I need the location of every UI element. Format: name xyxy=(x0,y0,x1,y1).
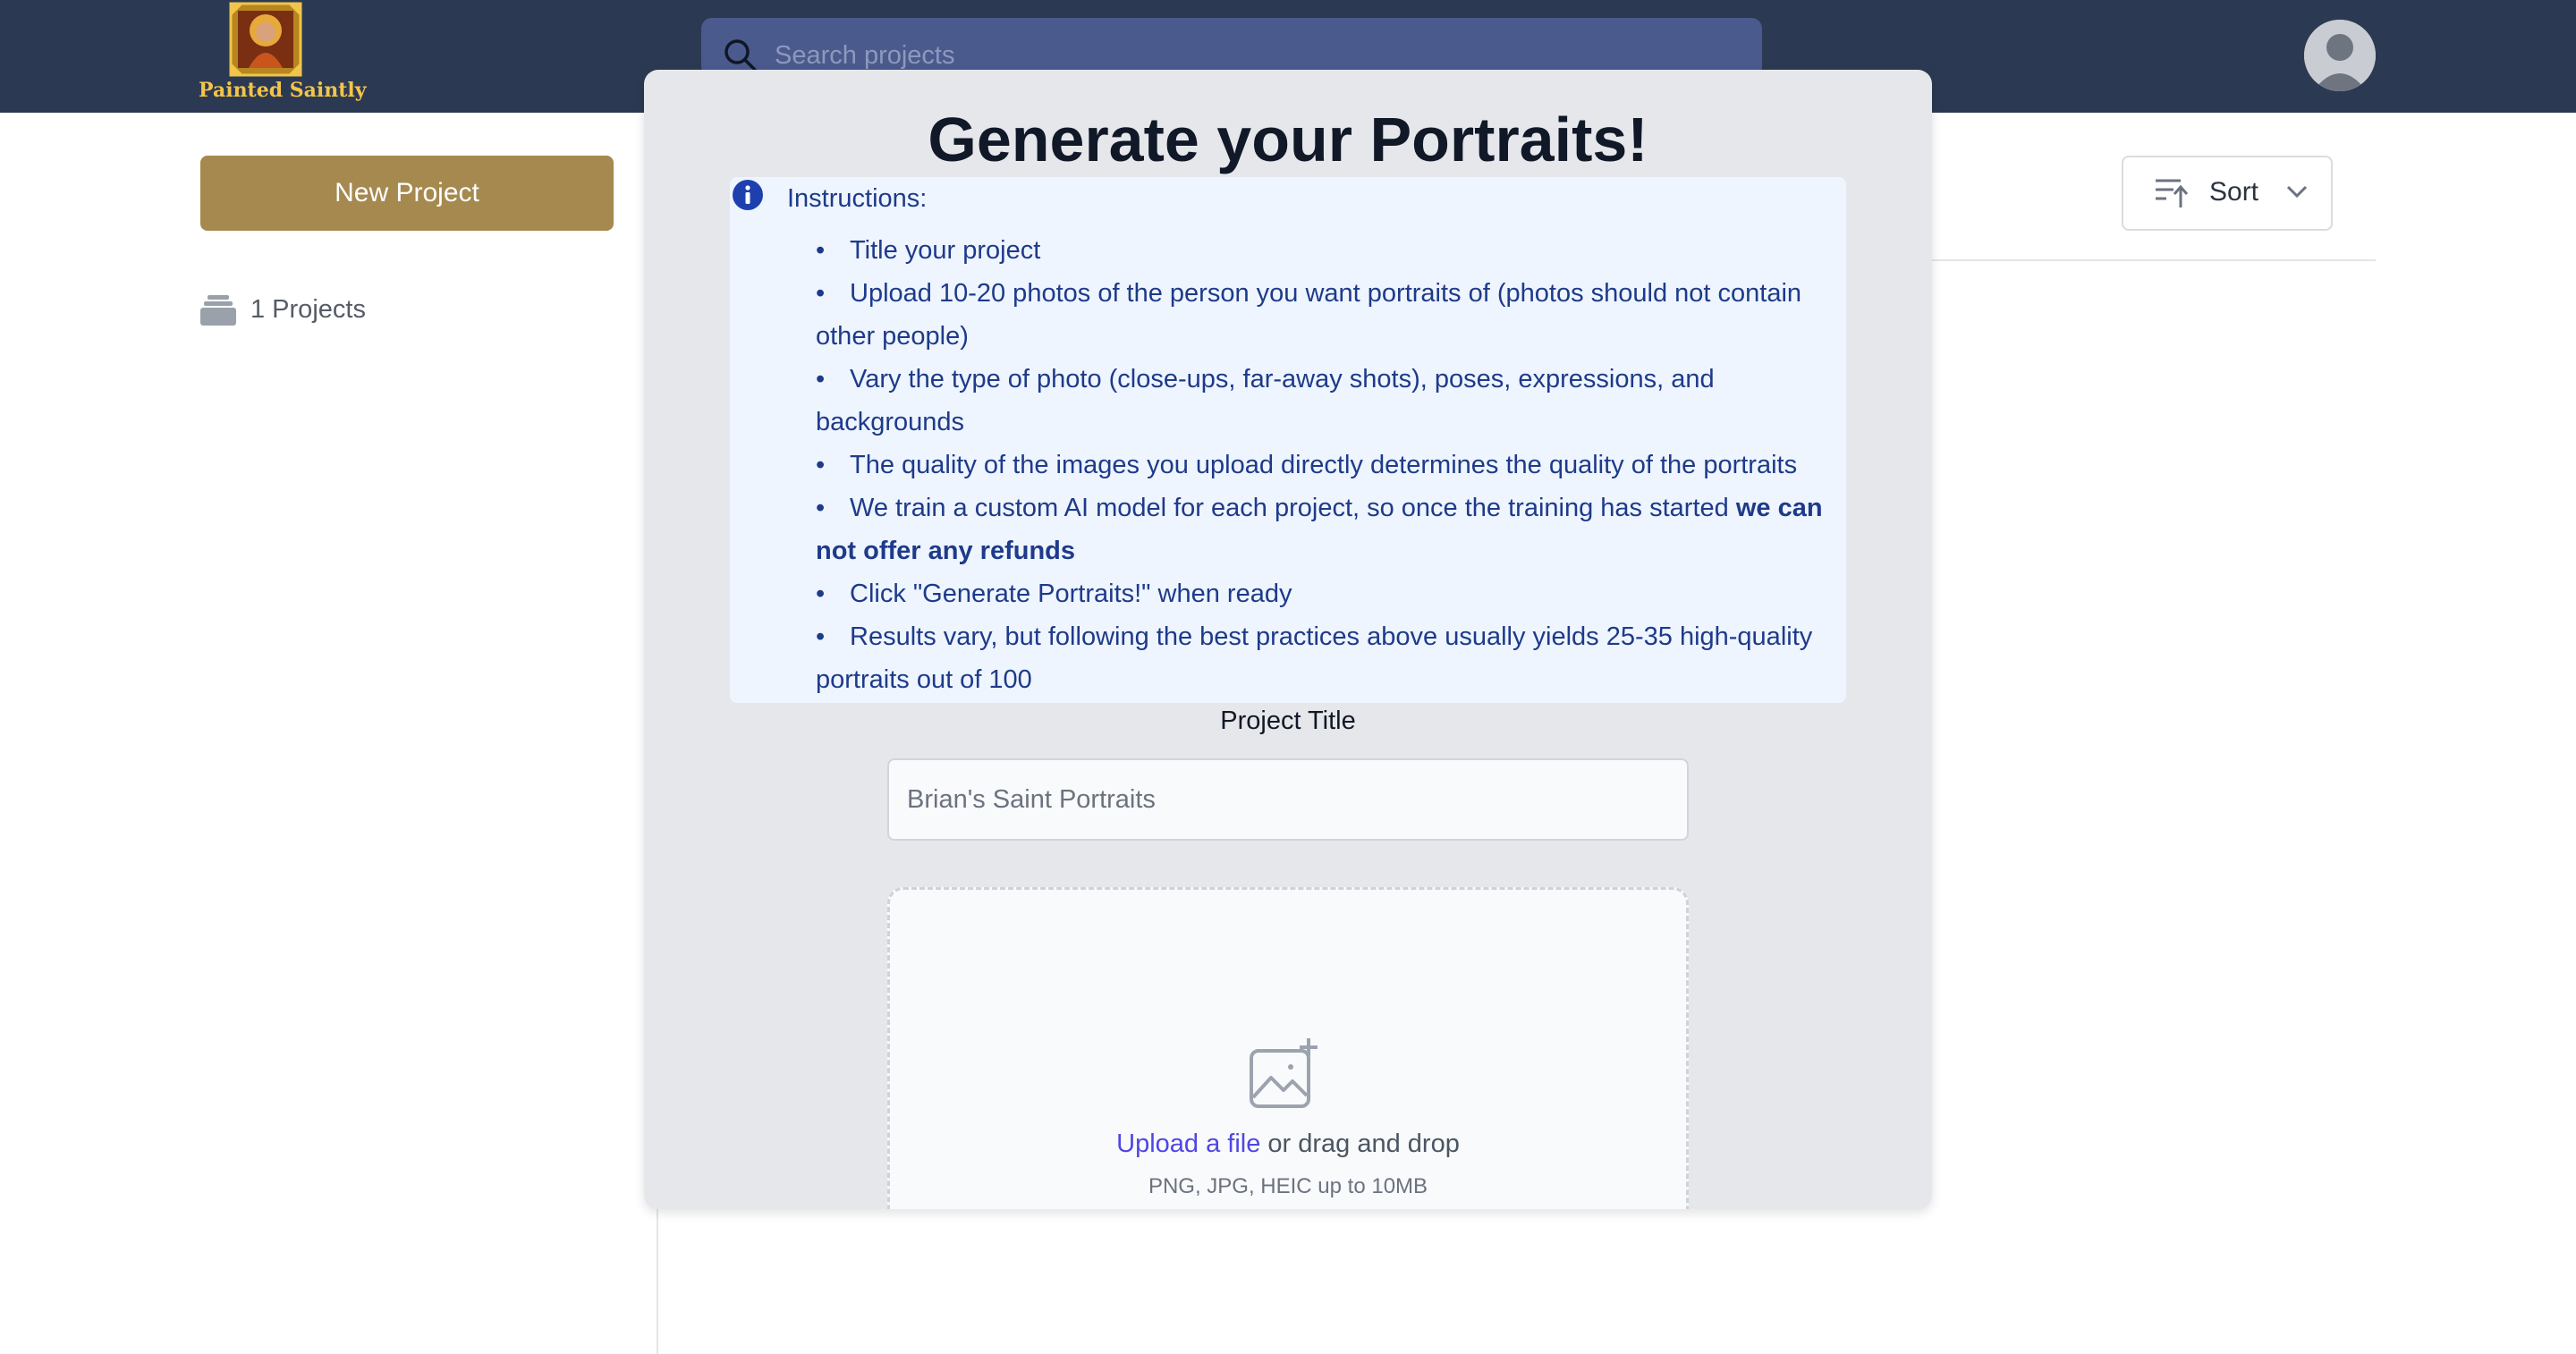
new-project-button[interactable]: New Project xyxy=(200,156,614,231)
sort-icon xyxy=(2156,179,2189,207)
projects-count-label: 1 Projects xyxy=(250,294,366,324)
list-item: Title your project xyxy=(816,229,1853,272)
list-item: The quality of the images you upload dir… xyxy=(816,444,1853,487)
avatar-icon xyxy=(2304,20,2376,91)
file-dropzone[interactable]: Upload a file or drag and drop PNG, JPG,… xyxy=(887,887,1689,1209)
upload-file-types: PNG, JPG, HEIC up to 10MB xyxy=(1148,1174,1428,1198)
instructions-list: Title your project Upload 10-20 photos o… xyxy=(816,229,1853,701)
page: Painted Saintly New Project 1 Projects xyxy=(0,0,2576,1354)
instruction-text: Title your project xyxy=(850,236,1041,265)
upload-file-link[interactable]: Upload a file xyxy=(1116,1130,1260,1158)
user-avatar[interactable] xyxy=(2304,20,2376,91)
chevron-down-icon xyxy=(2286,185,2308,199)
image-add-icon xyxy=(1250,1038,1318,1108)
sidebar-divider xyxy=(657,1206,658,1354)
project-title-label: Project Title xyxy=(1220,707,1356,735)
list-item: Vary the type of photo (close-ups, far-a… xyxy=(816,358,1853,444)
list-item: Click "Generate Portraits!" when ready xyxy=(816,572,1853,615)
list-item: Upload 10-20 photos of the person you wa… xyxy=(816,272,1853,358)
info-icon xyxy=(733,180,763,210)
instruction-text: Upload 10-20 photos of the person you wa… xyxy=(816,279,1802,351)
search-bar[interactable] xyxy=(701,18,1762,77)
search-input[interactable] xyxy=(775,38,1723,73)
upload-instructions: Upload a file or drag and drop xyxy=(890,1130,1686,1159)
sort-button[interactable]: Sort xyxy=(2122,156,2333,231)
instructions-heading: Instructions: xyxy=(787,184,928,213)
generate-portraits-modal: Generate your Portraits! Instructions: T… xyxy=(644,70,1932,1209)
instruction-text: The quality of the images you upload dir… xyxy=(850,451,1798,479)
main-header-divider xyxy=(1932,259,2376,261)
brand-logo[interactable]: Painted Saintly xyxy=(199,0,367,109)
instruction-text-with-bold: We train a custom AI model for each proj… xyxy=(816,487,1853,572)
drag-drop-text: or drag and drop xyxy=(1260,1130,1460,1158)
list-item: Results vary, but following the best pra… xyxy=(816,615,1853,701)
instruction-text: We train a custom AI model for each proj… xyxy=(850,494,1729,522)
search-icon xyxy=(724,39,757,72)
instruction-text: Vary the type of photo (close-ups, far-a… xyxy=(816,365,1715,436)
instructions-panel: Instructions: Title your project Upload … xyxy=(730,177,1846,703)
projects-stack-icon xyxy=(200,295,236,326)
modal-title: Generate your Portraits! xyxy=(928,105,1648,174)
instruction-text: Click "Generate Portraits!" when ready xyxy=(850,580,1292,608)
saint-logo-icon xyxy=(229,2,302,77)
sort-label: Sort xyxy=(2209,177,2259,207)
instruction-text: Results vary, but following the best pra… xyxy=(816,622,1813,694)
brand-name: Painted Saintly xyxy=(199,79,367,102)
projects-count: 1 Projects xyxy=(200,292,366,327)
project-title-input[interactable] xyxy=(887,758,1689,841)
list-item: We train a custom AI model for each proj… xyxy=(816,487,1853,572)
